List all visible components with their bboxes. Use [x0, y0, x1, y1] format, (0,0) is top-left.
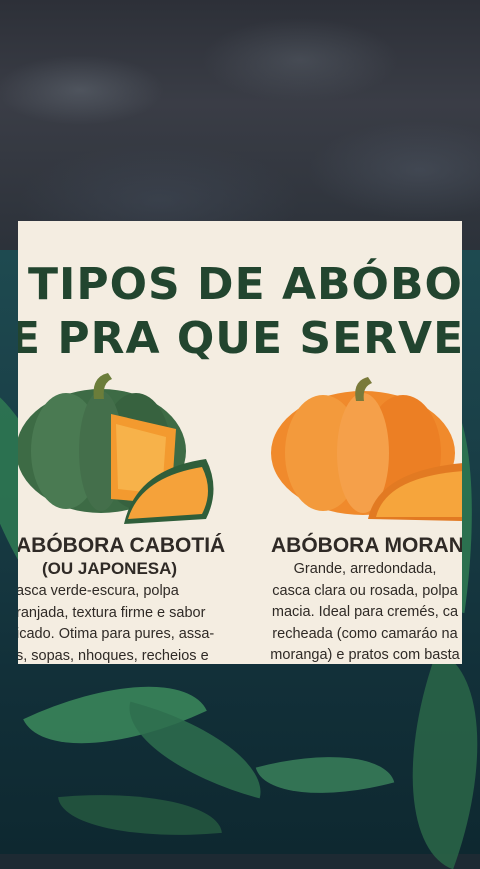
- description-line: recheada (como camaráo na: [272, 625, 458, 642]
- description-line: moranga) e pratos com basta: [270, 647, 460, 663]
- pumpkin-description-moranga: Grande, arredondada, casca clara ou rosa…: [268, 559, 462, 664]
- description-line: macia. Ideal para cremés, ca: [271, 604, 459, 620]
- pumpkin-subtitle-cabotia: (OU JAPONESA): [42, 559, 178, 578]
- pumpkin-description-cabotia: asca verde-escura, polpa ranjada, textur…: [18, 581, 214, 664]
- leaf-decoration: [58, 783, 222, 847]
- description-line: icado. Otima para pures, assa-: [18, 626, 215, 642]
- orange-pumpkin-icon: [271, 377, 462, 521]
- description-line: s, sopas, nhoques, recheios e: [18, 647, 209, 664]
- description-line: Grande, arredondada,: [293, 561, 437, 577]
- description-line: asca verde-escura, polpa: [18, 583, 179, 599]
- card-title-line-2: E PRA QUE SERVE: [18, 313, 462, 364]
- pumpkin-name-moranga: ABÓBORA MORANG: [271, 534, 462, 557]
- pumpkin-name-cabotia: ABÓBORA CABOTIÁ: [18, 534, 226, 557]
- green-pumpkin-icon: [18, 373, 214, 524]
- leaf-decoration: [255, 734, 395, 816]
- leaf-decoration: [368, 650, 480, 869]
- description-line: ranjada, textura firme e sabor: [18, 604, 206, 621]
- leaf-decoration: [114, 701, 276, 799]
- pumpkin-types-card: TIPOS DE ABÓBORA E PRA QUE SERVE ABÓBORA…: [18, 221, 462, 664]
- card-title-line-1: TIPOS DE ABÓBORA: [28, 259, 462, 310]
- description-line: casca clara ou rosada, polpa: [272, 582, 458, 599]
